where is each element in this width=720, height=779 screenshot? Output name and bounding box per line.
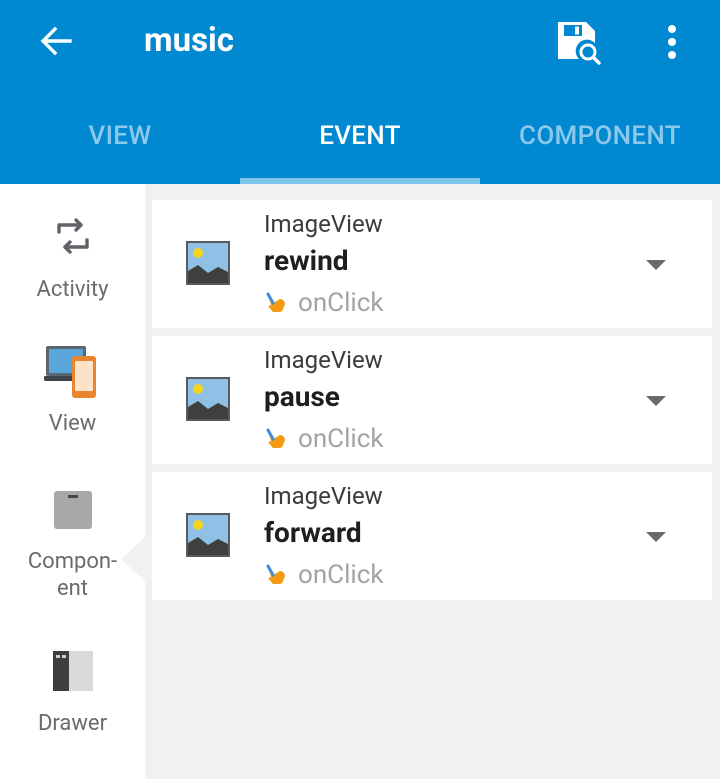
sidebar-item-label: Drawer — [37, 711, 108, 736]
component-type: ImageView — [264, 482, 383, 510]
back-button[interactable] — [26, 16, 86, 66]
app-bar: music VIEW EVENT COMPONENT — [0, 0, 720, 184]
refresh-cycle-icon — [51, 210, 95, 262]
image-thumbnail-icon — [186, 377, 230, 421]
sidebar-item-activity[interactable]: Activity — [0, 210, 145, 303]
save-button[interactable] — [548, 12, 608, 72]
event-name: onClick — [298, 424, 384, 454]
drawer-panel-icon — [52, 650, 93, 692]
sidebar-item-label: Compon- ent — [27, 549, 118, 601]
sidebar-item-view[interactable]: View — [0, 344, 145, 437]
component-type: ImageView — [264, 210, 383, 238]
component-name: forward — [264, 516, 362, 549]
page-title: music — [144, 21, 234, 60]
tab-indicator — [240, 178, 480, 184]
event-row: onClick — [264, 560, 384, 590]
event-card[interactable]: ImageView pause onClick — [152, 336, 712, 464]
chevron-down-icon[interactable] — [646, 532, 666, 542]
sidebar: Activity View Compon- ent Drawer — [0, 184, 145, 779]
selection-pointer — [121, 537, 145, 581]
arrow-left-icon — [40, 26, 72, 56]
event-row: onClick — [264, 288, 384, 318]
event-name: onClick — [298, 288, 384, 318]
save-search-icon — [558, 22, 601, 65]
chevron-down-icon[interactable] — [646, 396, 666, 406]
image-thumbnail-icon — [186, 513, 230, 557]
tab-event[interactable]: EVENT — [240, 88, 480, 184]
tab-view[interactable]: VIEW — [0, 88, 240, 184]
event-card[interactable]: ImageView forward onClick — [152, 472, 712, 600]
devices-icon — [43, 344, 103, 400]
component-type: ImageView — [264, 346, 383, 374]
touch-event-icon — [266, 428, 285, 449]
sidebar-item-label: Activity — [36, 277, 109, 302]
sidebar-item-label: View — [48, 411, 97, 436]
tab-bar: VIEW EVENT COMPONENT — [0, 88, 720, 184]
event-card[interactable]: ImageView rewind onClick — [152, 200, 712, 328]
more-options-button[interactable] — [646, 12, 698, 72]
touch-event-icon — [266, 564, 285, 585]
event-name: onClick — [298, 560, 384, 590]
component-name: rewind — [264, 244, 349, 277]
image-thumbnail-icon — [186, 241, 230, 285]
box-icon — [51, 488, 95, 532]
tab-component[interactable]: COMPONENT — [480, 88, 720, 184]
chevron-down-icon[interactable] — [646, 260, 666, 270]
touch-event-icon — [266, 292, 285, 313]
more-vertical-icon — [668, 25, 676, 59]
event-row: onClick — [264, 424, 384, 454]
component-name: pause — [264, 380, 340, 413]
sidebar-item-drawer[interactable]: Drawer — [0, 650, 145, 737]
